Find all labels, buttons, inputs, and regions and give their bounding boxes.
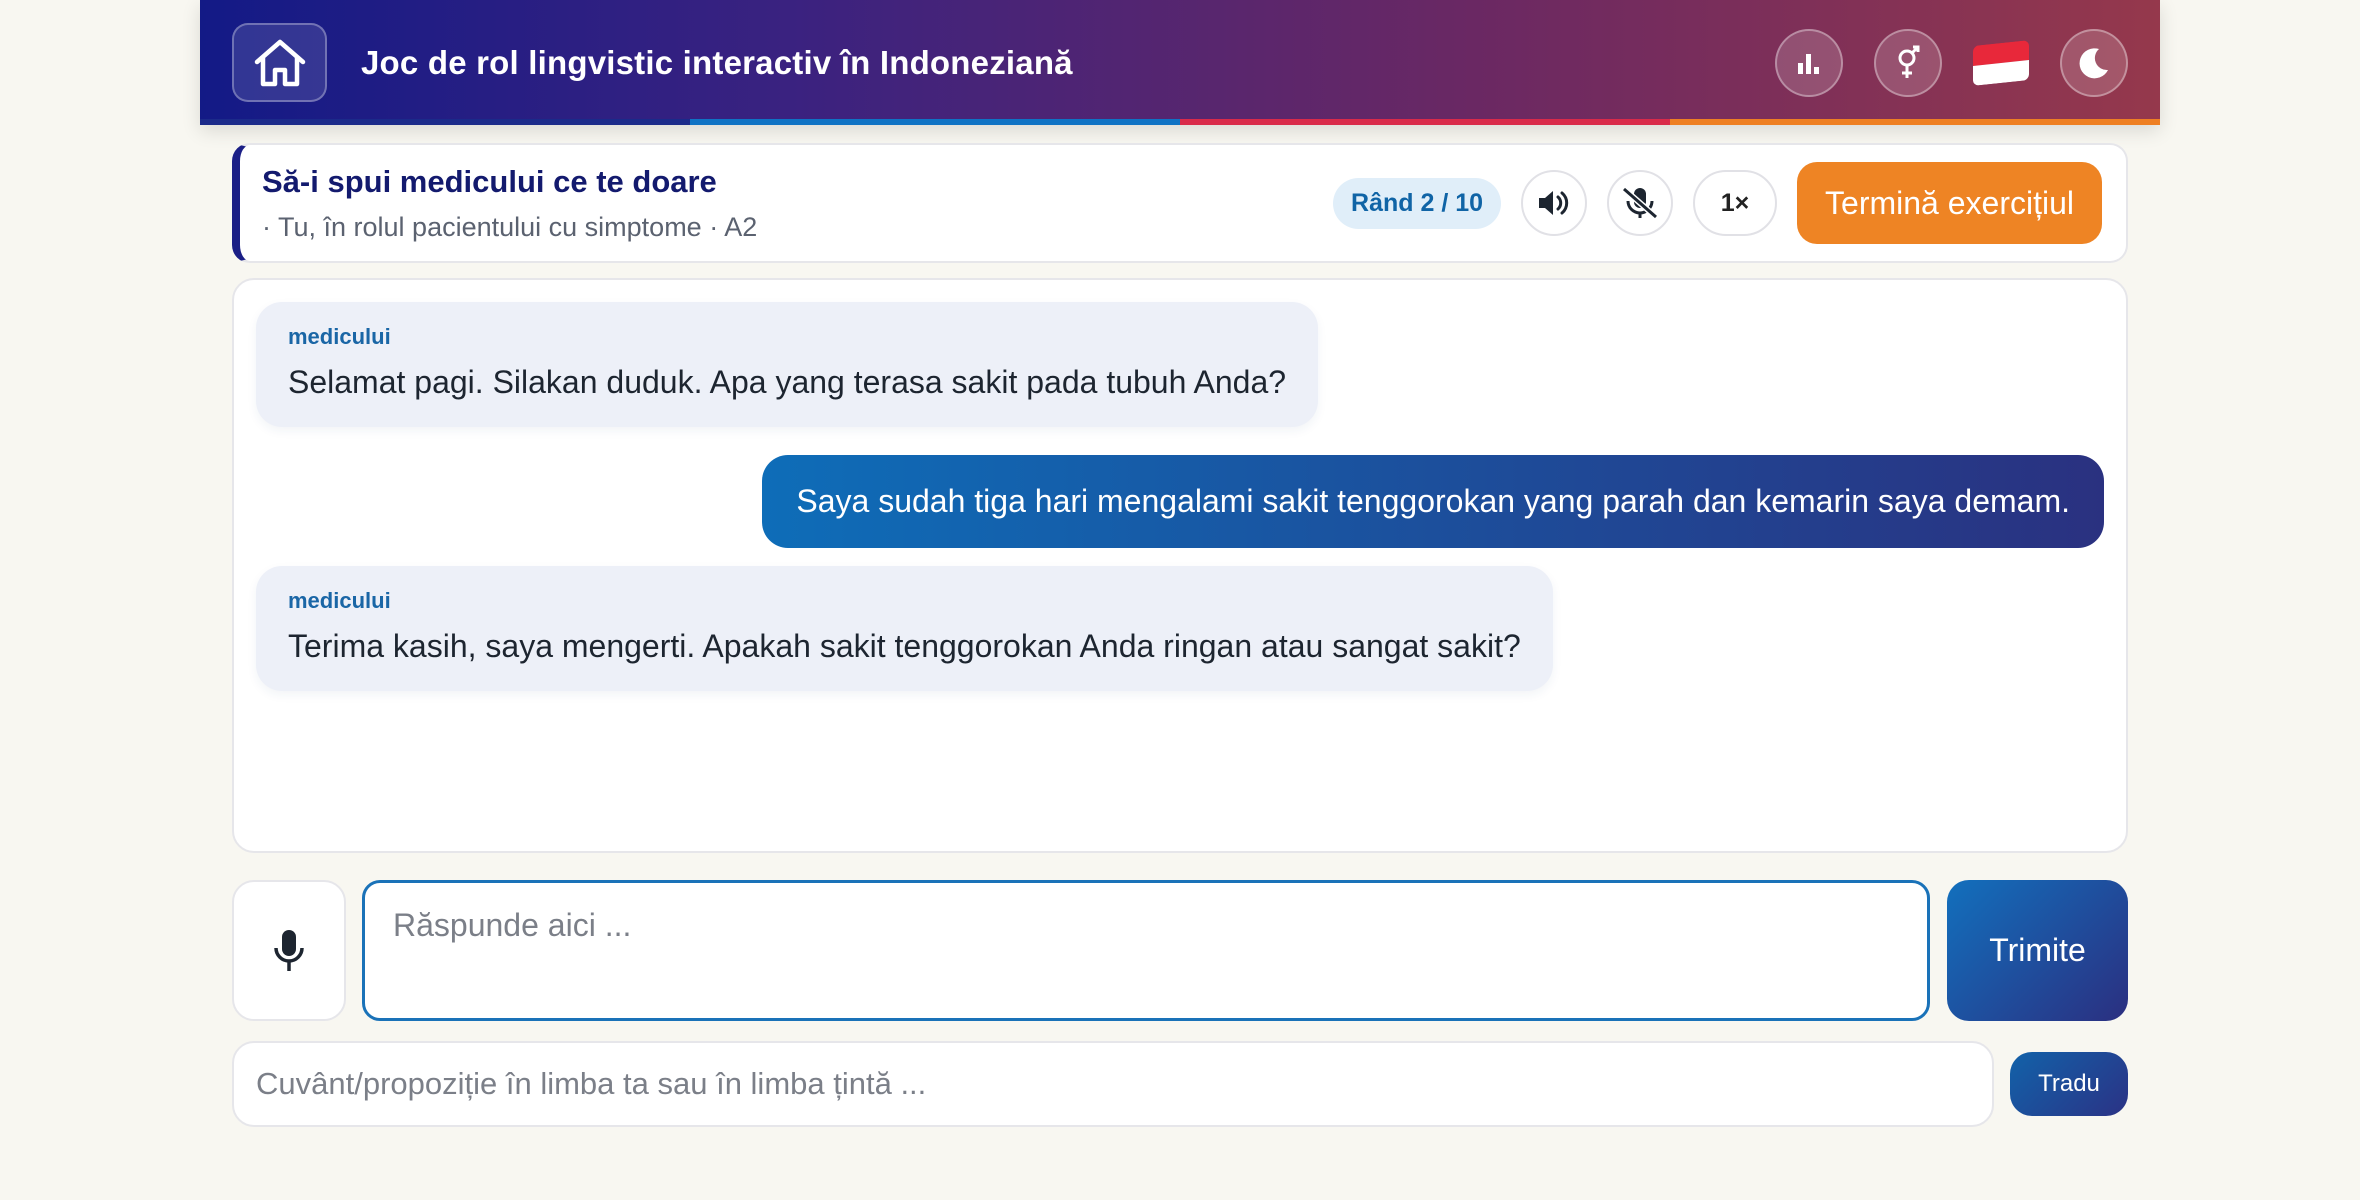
scenario-controls: Rând 2 / 10 1× Termină exercițiul: [1333, 162, 2102, 244]
chat-message-user[interactable]: Saya sudah tiga hari mengalami sakit ten…: [762, 455, 2104, 548]
scenario-info: Să-i spui medicului ce te doare · Tu, în…: [262, 164, 757, 243]
microphone-button[interactable]: [232, 880, 346, 1021]
speaker-icon: [1539, 191, 1569, 215]
stripe-segment: [1670, 119, 2160, 125]
header-stripe: [200, 119, 2160, 125]
home-button[interactable]: [232, 23, 327, 102]
home-icon: [254, 39, 305, 86]
app-title: Joc de rol lingvistic interactiv în Indo…: [361, 43, 1073, 81]
round-counter-badge: Rând 2 / 10: [1333, 177, 1502, 229]
finish-exercise-button[interactable]: Termină exercițiul: [1797, 162, 2102, 244]
moon-icon: [2079, 47, 2108, 78]
message-text[interactable]: Selamat pagi. Silakan duduk. Apa yang te…: [288, 364, 1286, 401]
indonesia-flag-icon[interactable]: [1973, 39, 2029, 86]
microphone-icon: [274, 929, 304, 971]
theme-toggle-button[interactable]: [2060, 28, 2128, 97]
chat-message-partner: medicului Selamat pagi. Silakan duduk. A…: [256, 302, 1319, 427]
reply-input[interactable]: [362, 880, 1930, 1021]
stripe-segment: [690, 119, 1180, 125]
voice-gender-button[interactable]: [1874, 28, 1942, 97]
auto-mic-toggle-button[interactable]: [1607, 170, 1674, 236]
app-root: Joc de rol lingvistic interactiv în Indo…: [200, 0, 2160, 1127]
chart-icon: [1798, 53, 1819, 74]
speed-button[interactable]: 1×: [1693, 170, 1778, 236]
scenario-bar: Să-i spui medicului ce te doare · Tu, în…: [232, 143, 2128, 263]
chat-panel: medicului Selamat pagi. Silakan duduk. A…: [232, 278, 2128, 853]
header-bar: Joc de rol lingvistic interactiv în Indo…: [200, 0, 2160, 125]
chat-message-partner: medicului Terima kasih, saya mengerti. A…: [256, 566, 1553, 691]
audio-toggle-button[interactable]: [1521, 170, 1588, 236]
stats-button[interactable]: [1775, 28, 1843, 97]
message-text[interactable]: Terima kasih, saya mengerti. Apakah saki…: [288, 628, 1521, 665]
translate-button[interactable]: Tradu: [2010, 1052, 2128, 1116]
speaker-name: medicului: [288, 588, 391, 613]
mute-microphone-icon: [1622, 186, 1659, 220]
scenario-subtitle: · Tu, în rolul pacientului cu simptome ·…: [262, 211, 758, 242]
gender-icon: [1898, 45, 1920, 78]
send-button[interactable]: Trimite: [1947, 880, 2128, 1021]
speaker-name: medicului: [288, 324, 391, 349]
stripe-segment: [1180, 119, 1670, 125]
translate-input[interactable]: [232, 1041, 1994, 1127]
header-actions: [1775, 28, 2128, 97]
stripe-segment: [200, 119, 690, 125]
scenario-title: Să-i spui medicului ce te doare: [262, 163, 717, 199]
